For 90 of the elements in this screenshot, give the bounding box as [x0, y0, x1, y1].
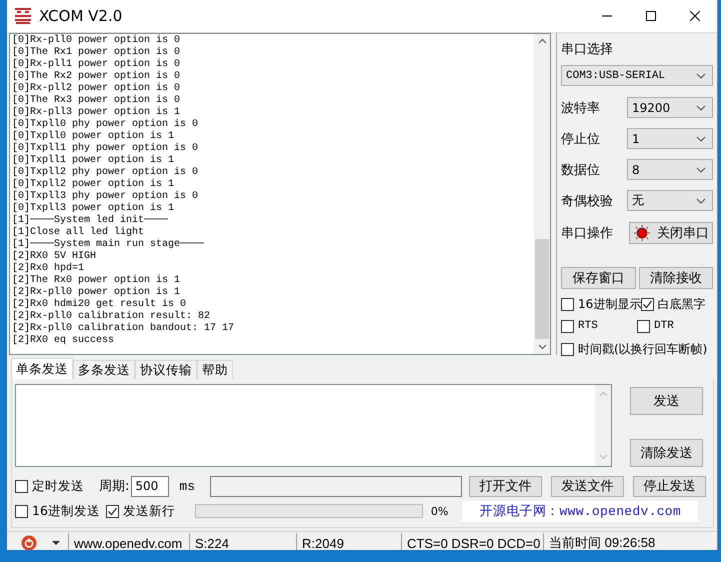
log-line: [2]Rx-pll0 calibration bandout: 17 17 — [12, 323, 236, 334]
log-line: [0]Txpll2 power option is 1 — [12, 179, 176, 190]
log-line: [0]Txpll1 phy power option is 0 — [12, 143, 200, 154]
field-label: 奇偶校验 — [561, 192, 613, 210]
checkbox[interactable] — [641, 298, 654, 310]
dropdown[interactable]: 1 — [627, 128, 713, 149]
checkbox[interactable] — [637, 320, 650, 332]
log-line: [2]RX0 eq success — [12, 335, 116, 347]
checkbox-label: 白底黑字 — [657, 296, 706, 312]
sent-count: S:224 — [189, 533, 296, 550]
log-line: [0]Rx-pll2 power option is 0 — [12, 83, 182, 94]
log-line: [0]Txpll3 power option is 1 — [12, 203, 176, 214]
section-label: 串口选择 — [561, 41, 614, 59]
checkbox-label: RTS — [578, 320, 598, 332]
log-line: [0]Rx-pll0 power option is 0 — [12, 35, 182, 46]
panel-button[interactable]: 保存窗口 — [561, 267, 636, 289]
log-line: [0]Rx-pll1 power option is 0 — [12, 59, 182, 70]
log-line: [2]Rx-pll0 calibration result: 82 — [12, 311, 212, 322]
tab[interactable]: 帮助 — [197, 360, 233, 379]
tab[interactable]: 多条发送 — [73, 360, 135, 379]
progress-reading: 0% — [430, 504, 448, 518]
log-line: [2]RX0 5V HIGH — [12, 251, 98, 262]
scroll-bar[interactable] — [534, 34, 550, 354]
checkbox-label: DTR — [654, 320, 674, 332]
log-line: [0]Txpll0 power option is 1 — [12, 131, 176, 142]
log-line: [0]The Rx2 power option is 0 — [12, 71, 182, 82]
log-line: [1]────System led init──── — [12, 215, 170, 226]
port-toggle-button[interactable]: 关闭串口 — [629, 222, 713, 244]
tab[interactable]: 单条发送 — [11, 358, 73, 379]
file-button[interactable]: 发送文件 — [551, 476, 624, 496]
panel-button[interactable]: 清除接收 — [638, 267, 713, 289]
checkbox-label: 时间戳(以换行回车断帧) — [578, 341, 708, 358]
file-path-field[interactable] — [210, 476, 462, 496]
log-line: [2]Rx-pll0 power option is 1 — [12, 287, 182, 298]
log-line: [0]Txpll3 phy power option is 0 — [12, 191, 200, 202]
checkbox-label: 16进制显示 — [578, 296, 642, 312]
window-title: XCOM V2.0 — [39, 7, 122, 25]
dropdown[interactable]: 无 — [627, 190, 713, 211]
chevron-icon — [696, 72, 706, 80]
field-label: 周期: — [99, 478, 130, 495]
line-status: CTS=0 DSR=0 DCD=0 — [401, 533, 543, 550]
log-line: [0]Txpll2 phy power option is 0 — [12, 167, 200, 178]
log-line: [1]Close all led light — [12, 227, 146, 238]
log-line: [2]Rx0 hdmi20 get result is 0 — [12, 299, 188, 310]
dropdown[interactable]: 8 — [627, 159, 713, 180]
log-line: [1]────System main run stage──── — [12, 239, 206, 250]
log-line: [2]The Rx0 power option is 1 — [12, 275, 182, 286]
field-label: 停止位 — [561, 130, 600, 148]
unit-label: ms — [179, 478, 195, 494]
checkbox-label: 16进制发送 — [32, 502, 100, 520]
chevron-icon — [696, 134, 706, 142]
field-label: 数据位 — [561, 162, 600, 178]
current-time: 当前时间 09:26:58 — [543, 533, 703, 550]
log-line: [0]Rx-pll3 power option is 1 — [12, 107, 182, 118]
checkbox[interactable] — [561, 298, 574, 310]
log-line: [0]Txpll1 power option is 1 — [12, 155, 176, 166]
website-link[interactable]: www.openedv.com — [68, 533, 189, 550]
log-line: [0]The Rx3 power option is 0 — [12, 95, 182, 106]
send-button[interactable]: 发送 — [630, 387, 703, 415]
power-icon[interactable] — [21, 535, 37, 550]
log-line: [0]The Rx1 power option is 0 — [12, 47, 182, 58]
field-label: 波特率 — [561, 100, 600, 116]
chevron-icon — [696, 166, 706, 174]
maximize-icon[interactable] — [646, 11, 656, 21]
log-line: [2]Rx0 hpd=1 — [12, 263, 86, 274]
checkbox[interactable] — [561, 343, 574, 356]
dropdown[interactable]: COM3:USB-SERIAL — [561, 65, 713, 86]
checkbox[interactable] — [15, 504, 28, 518]
chevron-icon — [696, 196, 706, 204]
log-line: [0]Txpll0 phy power option is 0 — [12, 119, 200, 130]
caret-icon[interactable] — [52, 541, 60, 545]
logo-icon — [13, 6, 33, 26]
send-input[interactable] — [15, 384, 612, 467]
file-button[interactable]: 打开文件 — [469, 476, 542, 496]
checkbox-label: 发送新行 — [122, 502, 175, 520]
dropdown[interactable]: 19200 — [627, 97, 713, 118]
close-icon[interactable] — [690, 11, 700, 21]
field-label: 串口操作 — [561, 224, 613, 242]
received-count: R:2049 — [296, 533, 401, 550]
send-button[interactable]: 清除发送 — [630, 439, 703, 467]
file-button[interactable]: 停止发送 — [633, 476, 706, 496]
scroll-bar[interactable] — [595, 385, 611, 466]
checkbox[interactable] — [106, 504, 119, 518]
tab[interactable]: 协议传输 — [135, 360, 197, 379]
checkbox[interactable] — [561, 320, 574, 332]
chevron-icon — [696, 104, 706, 112]
checkbox-label: 定时发送 — [32, 478, 84, 494]
period-input[interactable]: 500 — [131, 476, 170, 496]
checkbox[interactable] — [15, 480, 28, 492]
banner-link[interactable]: 开源电子网：www.openedv.com — [462, 500, 698, 522]
